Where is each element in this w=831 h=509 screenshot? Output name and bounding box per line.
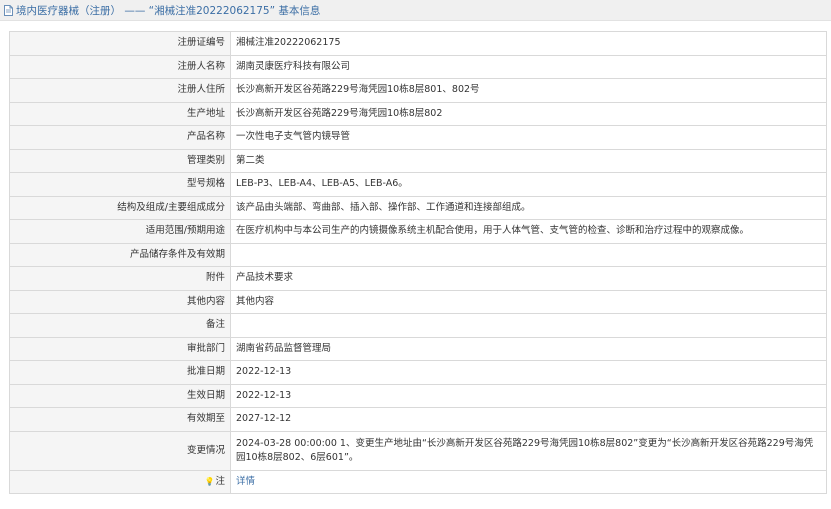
table-row: 其他内容 其他内容	[9, 289, 827, 314]
row-value: LEB-P3、LEB-A4、LEB-A5、LEB-A6。	[230, 172, 827, 197]
table-row: 注册人住所 长沙高新开发区谷苑路229号海凭园10栋8层801、802号	[9, 78, 827, 103]
table-row: 生效日期 2022-12-13	[9, 383, 827, 408]
table-row: 管理类别 第二类	[9, 148, 827, 173]
page-title: 境内医疗器械（注册） —— “湘械注准20222062175” 基本信息	[16, 4, 321, 17]
row-value: 长沙高新开发区谷苑路229号海凭园10栋8层801、802号	[230, 78, 827, 103]
row-value: 2027-12-12	[230, 407, 827, 432]
row-value: 2022-12-13	[230, 383, 827, 408]
row-value: 2024-03-28 00:00:00 1、变更生产地址由“长沙高新开发区谷苑路…	[230, 430, 827, 471]
table-row: 产品储存条件及有效期	[9, 242, 827, 267]
lightbulb-icon: 💡	[204, 476, 215, 486]
row-label: 适用范围/预期用途	[9, 219, 231, 244]
table-row: 型号规格 LEB-P3、LEB-A4、LEB-A5、LEB-A6。	[9, 172, 827, 197]
row-label: 变更情况	[9, 430, 231, 471]
page-header: 境内医疗器械（注册） —— “湘械注准20222062175” 基本信息	[0, 0, 831, 21]
table-row: 有效期至 2027-12-12	[9, 407, 827, 432]
row-value: 湖南灵康医疗科技有限公司	[230, 54, 827, 79]
note-label-cell: 💡注	[9, 469, 231, 494]
row-value: 其他内容	[230, 289, 827, 314]
row-label: 注册人住所	[9, 78, 231, 103]
row-label: 生效日期	[9, 383, 231, 408]
row-value: 2022-12-13	[230, 360, 827, 385]
row-value: 湘械注准20222062175	[230, 31, 827, 56]
table-row: 生产地址 长沙高新开发区谷苑路229号海凭园10栋8层802	[9, 101, 827, 126]
table-row: 注册证编号 湘械注准20222062175	[9, 31, 827, 56]
table-row: 产品名称 一次性电子支气管内镜导管	[9, 125, 827, 150]
row-label: 有效期至	[9, 407, 231, 432]
row-label: 注册人名称	[9, 54, 231, 79]
note-label: 注	[215, 475, 225, 487]
table-row: 审批部门 湖南省药品监督管理局	[9, 336, 827, 361]
row-label: 管理类别	[9, 148, 231, 173]
document-icon	[4, 4, 13, 16]
row-value: 第二类	[230, 148, 827, 173]
table-row: 适用范围/预期用途 在医疗机构中与本公司生产的内镜摄像系统主机配合使用，用于人体气…	[9, 219, 827, 244]
row-value	[230, 313, 827, 338]
details-link[interactable]: 详情	[236, 476, 255, 487]
row-label: 其他内容	[9, 289, 231, 314]
row-value: 湖南省药品监督管理局	[230, 336, 827, 361]
note-row: 💡注 详情	[9, 469, 827, 494]
row-value: 长沙高新开发区谷苑路229号海凭园10栋8层802	[230, 101, 827, 126]
note-value-cell: 详情	[230, 469, 827, 494]
detail-table: 注册证编号 湘械注准20222062175 注册人名称 湖南灵康医疗科技有限公司 注…	[9, 31, 827, 494]
table-row: 备注	[9, 313, 827, 338]
row-label: 产品名称	[9, 125, 231, 150]
row-value: 一次性电子支气管内镜导管	[230, 125, 827, 150]
row-label: 生产地址	[9, 101, 231, 126]
row-label: 附件	[9, 266, 231, 291]
table-row: 结构及组成/主要组成成分 该产品由头端部、弯曲部、插入部、操作部、工作通道和连接部…	[9, 195, 827, 220]
row-value: 产品技术要求	[230, 266, 827, 291]
table-row: 变更情况 2024-03-28 00:00:00 1、变更生产地址由“长沙高新开发…	[9, 430, 827, 471]
table-row: 附件 产品技术要求	[9, 266, 827, 291]
table-row: 批准日期 2022-12-13	[9, 360, 827, 385]
row-label: 备注	[9, 313, 231, 338]
row-label: 型号规格	[9, 172, 231, 197]
table-row: 注册人名称 湖南灵康医疗科技有限公司	[9, 54, 827, 79]
row-label: 注册证编号	[9, 31, 231, 56]
row-value	[230, 242, 827, 267]
row-label: 产品储存条件及有效期	[9, 242, 231, 267]
row-label: 结构及组成/主要组成成分	[9, 195, 231, 220]
row-value: 在医疗机构中与本公司生产的内镜摄像系统主机配合使用，用于人体气管、支气管的检查、…	[230, 219, 827, 244]
row-label: 审批部门	[9, 336, 231, 361]
row-value: 该产品由头端部、弯曲部、插入部、操作部、工作通道和连接部组成。	[230, 195, 827, 220]
row-label: 批准日期	[9, 360, 231, 385]
